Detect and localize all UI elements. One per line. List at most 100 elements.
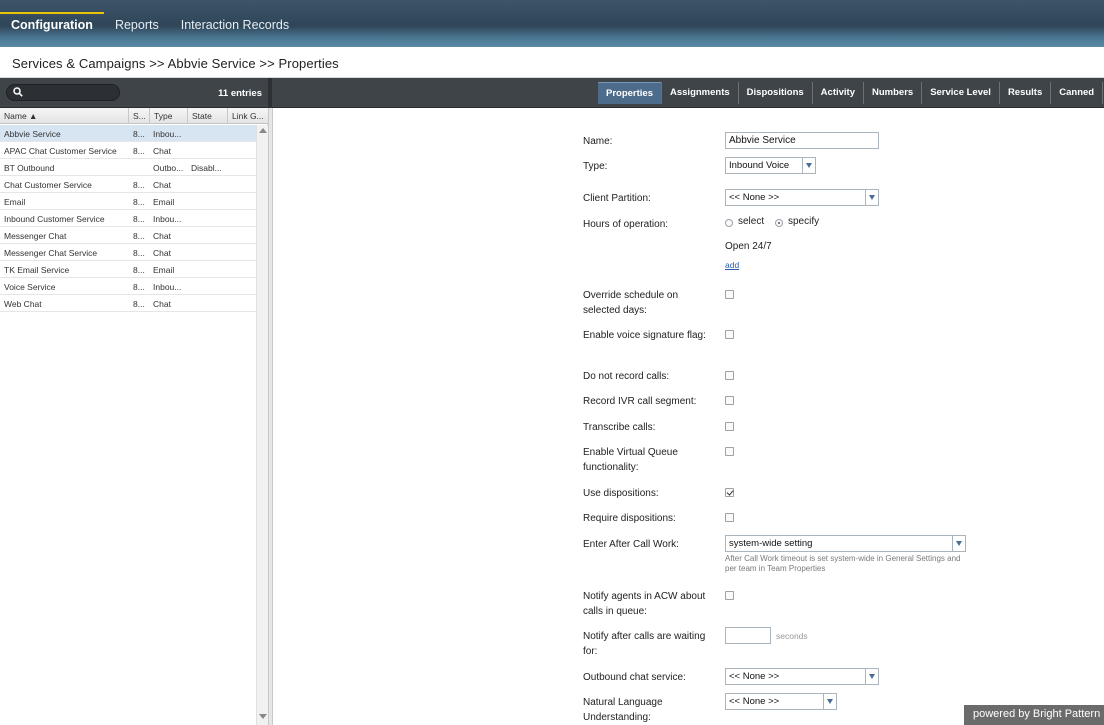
row-s: 8... (133, 299, 145, 309)
hours-label: Hours of operation: (583, 219, 669, 230)
outbound-chat-label: Outbound chat service: (583, 672, 686, 683)
row-s: 8... (133, 214, 145, 224)
nlu-label: Natural Language Understanding: (583, 697, 663, 723)
row-s: 8... (133, 265, 145, 275)
notify-acw-checkbox[interactable] (725, 591, 734, 600)
record-ivr-checkbox[interactable] (725, 396, 734, 405)
search-box[interactable] (6, 84, 120, 101)
tab-numbers[interactable]: Numbers (864, 82, 923, 104)
tab-dispositions[interactable]: Dispositions (739, 82, 813, 104)
list-scrollbar[interactable] (256, 125, 268, 725)
nlu-select[interactable]: << None >> (725, 693, 837, 710)
require-dispositions-label: Require dispositions: (583, 513, 676, 524)
chevron-down-icon (865, 669, 878, 684)
top-navigation-bar: Configuration Reports Interaction Record… (0, 0, 1104, 47)
require-dispositions-checkbox[interactable] (725, 513, 734, 522)
row-type: Chat (153, 299, 171, 309)
table-row[interactable]: APAC Chat Customer Service 8... Chat (0, 142, 256, 159)
list-rows: Abbvie Service 8... Inbou... APAC Chat Cust… (0, 125, 256, 312)
powered-by-badge: powered by Bright Pattern (964, 705, 1104, 725)
table-row[interactable]: Email 8... Email (0, 193, 256, 210)
row-name: Messenger Chat Service (4, 248, 98, 258)
column-header-name[interactable]: Name ▲ (0, 108, 129, 124)
table-row[interactable]: Inbound Customer Service 8... Inbou... (0, 210, 256, 227)
add-hours-link[interactable]: add (725, 260, 739, 270)
column-header-state[interactable]: State (188, 108, 228, 124)
after-call-work-value: system-wide setting (729, 538, 813, 549)
name-field[interactable]: Abbvie Service (725, 132, 879, 149)
list-header: Name ▲ S... Type State Link G... (0, 108, 268, 124)
table-row[interactable]: Messenger Chat 8... Chat (0, 227, 256, 244)
tab-interaction-records[interactable]: Interaction Records (170, 12, 300, 36)
breadcrumb: Services & Campaigns >> Abbvie Service >… (0, 47, 1104, 78)
row-name: Voice Service (4, 282, 56, 292)
row-name: Messenger Chat (4, 231, 67, 241)
outbound-chat-value: << None >> (729, 671, 780, 682)
table-row[interactable]: TK Email Service 8... Email (0, 261, 256, 278)
table-row[interactable]: Abbvie Service 8... Inbou... (0, 125, 256, 142)
scroll-up-icon[interactable] (259, 128, 267, 133)
entries-count: 11 entries (218, 88, 262, 99)
row-type: Email (153, 197, 175, 207)
row-name: TK Email Service (4, 265, 70, 275)
client-partition-value: << None >> (729, 192, 780, 203)
scroll-down-icon[interactable] (259, 714, 267, 719)
row-type: Chat (153, 180, 171, 190)
type-label: Type: (583, 161, 608, 172)
hours-select-label: select (738, 216, 765, 227)
record-ivr-label: Record IVR call segment: (583, 396, 697, 407)
chevron-down-icon (865, 190, 878, 205)
transcribe-checkbox[interactable] (725, 422, 734, 431)
after-call-work-label: Enter After Call Work: (583, 539, 679, 550)
search-input[interactable] (27, 86, 115, 99)
tab-service-level[interactable]: Service Level (922, 82, 1000, 104)
type-select[interactable]: Inbound Voice (725, 157, 816, 174)
voice-signature-checkbox[interactable] (725, 330, 734, 339)
row-type: Email (153, 265, 175, 275)
chevron-down-icon (823, 694, 836, 709)
do-not-record-checkbox[interactable] (725, 371, 734, 380)
properties-tabs: Properties Assignments Dispositions Acti… (598, 82, 1104, 104)
hours-select-radio[interactable] (725, 219, 733, 227)
hours-specify-radio[interactable] (775, 219, 783, 227)
notify-after-label: Notify after calls are waiting for: (583, 631, 706, 657)
column-header-s[interactable]: S... (129, 108, 150, 124)
notify-acw-label: Notify agents in ACW about calls in queu… (583, 591, 706, 617)
column-header-type[interactable]: Type (150, 108, 188, 124)
row-type: Inbou... (153, 214, 182, 224)
row-s: 8... (133, 231, 145, 241)
column-header-link-group[interactable]: Link G... (228, 108, 268, 124)
seconds-unit: seconds (776, 631, 808, 641)
row-name: Web Chat (4, 299, 42, 309)
virtual-queue-checkbox[interactable] (725, 447, 734, 456)
tab-results[interactable]: Results (1000, 82, 1052, 104)
override-schedule-checkbox[interactable] (725, 290, 734, 299)
use-dispositions-label: Use dispositions: (583, 488, 659, 499)
row-name: Chat Customer Service (4, 180, 92, 190)
tab-assignments[interactable]: Assignments (662, 82, 739, 104)
voice-signature-label: Enable voice signature flag: (583, 330, 706, 341)
row-state: Disabl... (191, 163, 222, 173)
table-row[interactable]: Web Chat 8... Chat (0, 295, 256, 312)
tab-activity[interactable]: Activity (813, 82, 864, 104)
tab-configuration[interactable]: Configuration (0, 12, 104, 36)
table-row[interactable]: Chat Customer Service 8... Chat (0, 176, 256, 193)
after-call-work-hint: After Call Work timeout is set system-wi… (725, 554, 961, 573)
tab-reports[interactable]: Reports (104, 12, 170, 36)
tab-properties[interactable]: Properties (598, 82, 662, 104)
table-row[interactable]: Messenger Chat Service 8... Chat (0, 244, 256, 261)
use-dispositions-checkbox[interactable] (725, 488, 734, 497)
type-select-value: Inbound Voice (729, 160, 790, 171)
table-row[interactable]: Voice Service 8... Inbou... (0, 278, 256, 295)
notify-after-input[interactable] (725, 627, 771, 644)
top-nav-tabs: Configuration Reports Interaction Record… (0, 12, 300, 36)
tab-canned[interactable]: Canned (1051, 82, 1104, 104)
row-type: Chat (153, 146, 171, 156)
after-call-work-select[interactable]: system-wide setting (725, 535, 966, 552)
client-partition-select[interactable]: << None >> (725, 189, 879, 206)
toolbar-splitter (268, 78, 272, 108)
table-row[interactable]: BT Outbound Outbo... Disabl... (0, 159, 256, 176)
properties-form: Name: Abbvie Service Type: Inbound Voice… (273, 108, 1104, 725)
open-24-7-text: Open 24/7 (725, 241, 772, 252)
outbound-chat-select[interactable]: << None >> (725, 668, 879, 685)
